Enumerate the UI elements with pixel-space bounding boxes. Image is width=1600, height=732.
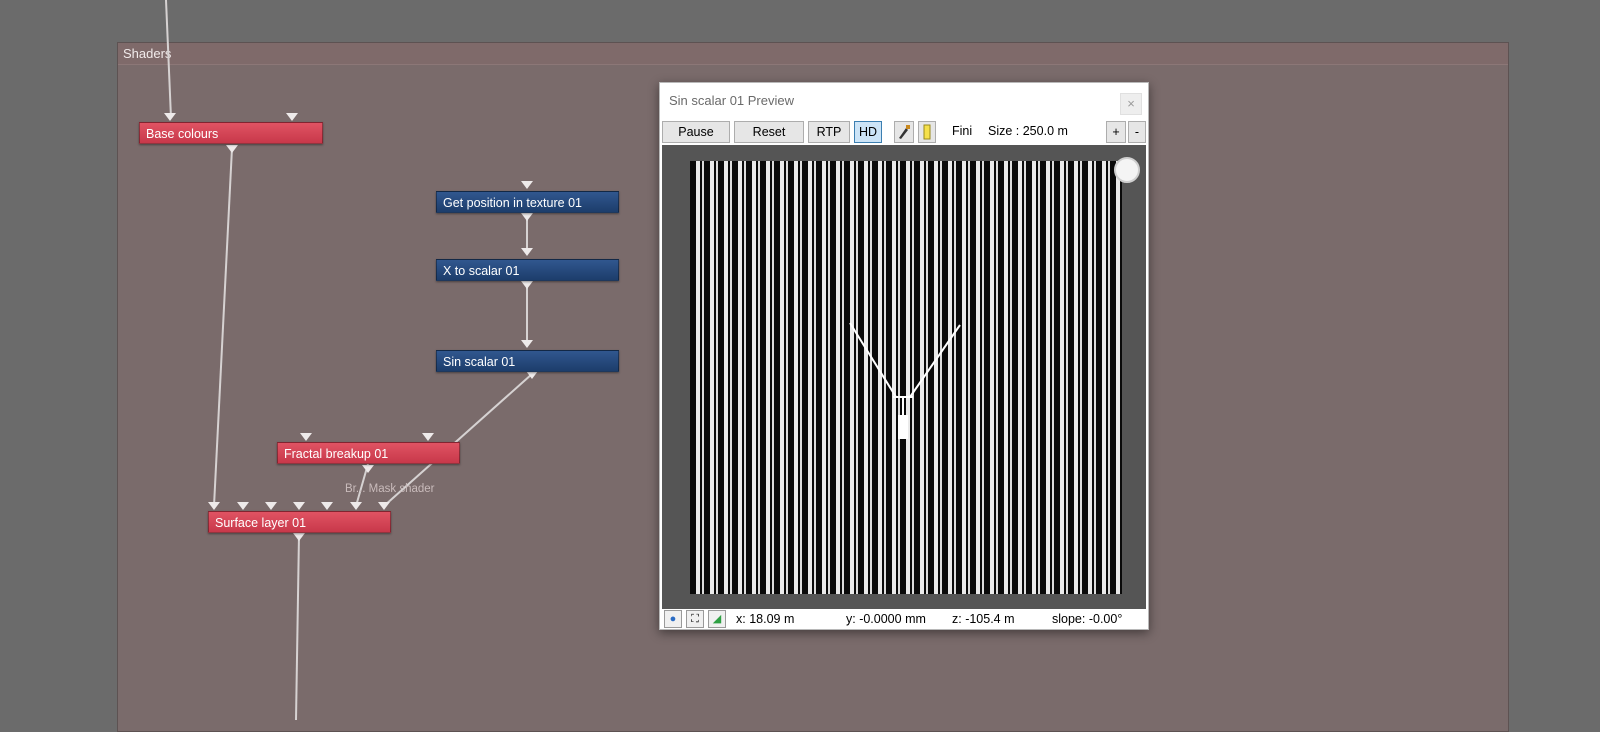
close-button[interactable]: × [1120,93,1142,115]
node-surface-layer[interactable]: Surface layer 01 [208,511,391,533]
preview-title: Sin scalar 01 Preview [669,93,794,108]
camera-frustum [849,322,961,439]
panel-title: Shaders [118,43,1508,65]
hd-button[interactable]: HD [854,121,882,143]
paint-icon[interactable] [894,121,914,143]
zoom-out-button[interactable]: - [1128,121,1146,143]
preview-viewport[interactable] [662,145,1146,609]
lighting-icon[interactable]: ◢ [708,610,726,628]
reset-button[interactable]: Reset [734,121,804,143]
zoom-in-button[interactable]: + [1106,121,1126,143]
preview-window[interactable]: Sin scalar 01 Preview × Pause Reset RTP … [659,82,1149,630]
node-get-position[interactable]: Get position in texture 01 [436,191,619,213]
node-sin-scalar[interactable]: Sin scalar 01 [436,350,619,372]
slope-readout: slope: -0.00° [1052,612,1123,626]
compass-icon[interactable] [1114,157,1140,183]
status-bar: ● ⛶ ◢ x: 18.09 m y: -0.0000 mm z: -105.4… [662,609,1146,629]
node-fractal-breakup[interactable]: Fractal breakup 01 [277,442,460,464]
y-coordinate: y: -0.0000 mm [846,612,926,626]
rtp-button[interactable]: RTP [808,121,850,143]
node-x-to-scalar[interactable]: X to scalar 01 [436,259,619,281]
mask-shader-port-label: Br... Mask shader [345,483,435,495]
preview-toolbar: Pause Reset RTP HD Fini Size : 250.0 m +… [662,121,1146,145]
z-coordinate: z: -105.4 m [952,612,1015,626]
fullscreen-icon[interactable]: ⛶ [686,610,704,628]
size-readout: Size : 250.0 m [988,124,1068,138]
eye-icon[interactable]: ● [664,610,682,628]
pause-button[interactable]: Pause [662,121,730,143]
x-coordinate: x: 18.09 m [736,612,795,626]
node-base-colours[interactable]: Base colours [139,122,323,144]
fini-label: Fini [952,124,973,138]
light-icon[interactable] [918,121,936,143]
